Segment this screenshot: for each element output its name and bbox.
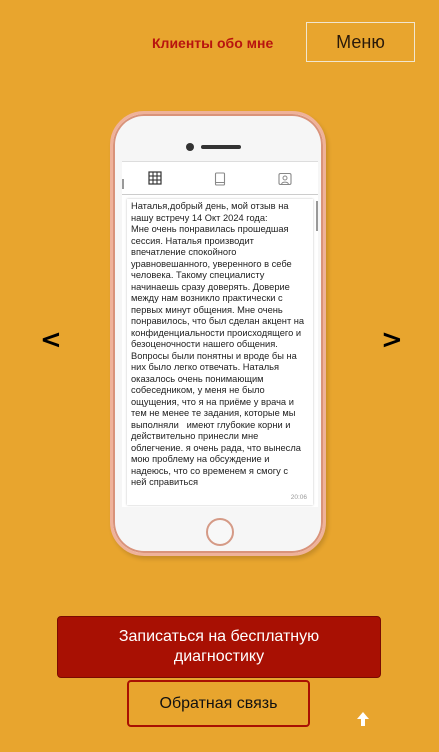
tab-tablet[interactable] [187,162,252,195]
phone-screen: Наталья,добрый день, мой отзыв на нашу в… [122,161,318,507]
profile-tabs [122,161,318,195]
phone-mockup: Наталья,добрый день, мой отзыв на нашу в… [110,111,326,556]
tagged-user-icon [278,172,292,185]
home-button [206,518,234,546]
grid-icon [148,171,162,185]
menu-button[interactable]: Меню [306,22,415,62]
reviews-link[interactable]: Клиенты обо мне [152,35,273,51]
scroll-up-icon[interactable] [354,710,372,728]
front-camera [186,143,194,151]
carousel-prev-button[interactable]: < [40,327,62,353]
phone-speaker [201,145,241,149]
scroll-marker-right [316,201,318,231]
scroll-marker-left [122,179,124,189]
message-time: 20:06 [290,494,307,501]
tab-grid[interactable] [122,162,188,195]
tablet-icon [214,171,226,186]
tab-tagged[interactable] [253,162,318,195]
feedback-button[interactable]: Обратная связь [127,680,310,727]
signup-diagnostics-button[interactable]: Записаться на бесплатную диагностику [57,616,381,678]
review-text: Наталья,добрый день, мой отзыв на нашу в… [131,201,305,487]
carousel-next-button[interactable]: > [381,327,403,353]
review-message: Наталья,добрый день, мой отзыв на нашу в… [127,199,313,505]
